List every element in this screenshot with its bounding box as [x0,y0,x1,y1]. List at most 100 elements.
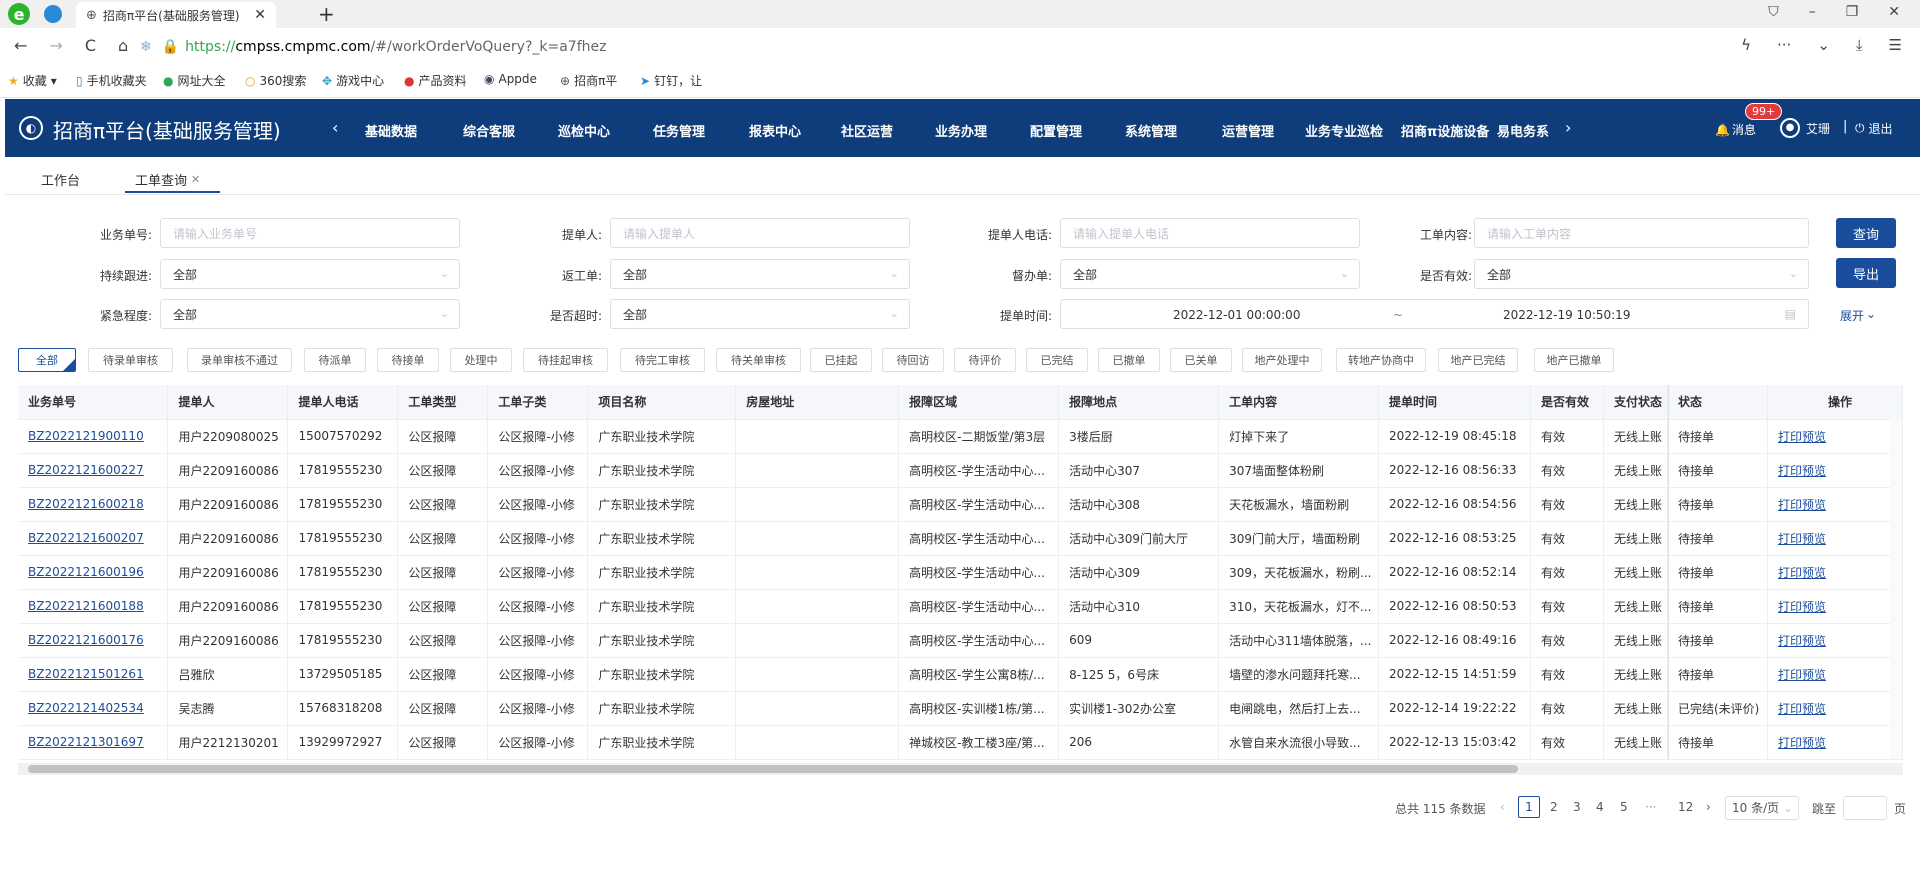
print-preview-link[interactable]: 打印预览 [1778,464,1826,478]
nav-prev-icon[interactable]: ‹ [332,118,338,137]
print-preview-link[interactable]: 打印预览 [1778,600,1826,614]
page-ellipsis[interactable]: ··· [1645,800,1656,814]
url-field[interactable]: ❄ 🔒 https://cmpss.cmpmc.com/#/workOrderV… [140,34,1640,60]
content-input[interactable]: 请输入工单内容 [1474,218,1809,248]
chip-withdrawn[interactable]: 已撤单 [1098,348,1160,372]
nav-item-inspection[interactable]: 巡检中心 [558,121,610,140]
order-number-link[interactable]: BZ2022121402534 [28,701,144,715]
page-next-icon[interactable]: › [1706,800,1711,814]
chip-suspended[interactable]: 已挂起 [810,348,872,372]
nav-item-tasks[interactable]: 任务管理 [653,121,705,140]
valid-select[interactable]: 全部 ⌄ [1474,259,1809,289]
site-info-icon[interactable]: ❄ [140,39,152,55]
chip-pending-rating[interactable]: 待评价 [954,348,1016,372]
chip-pending-revisit[interactable]: 待回访 [882,348,944,372]
chip-pending-dispatch[interactable]: 待派单 [304,348,366,372]
nav-item-reports[interactable]: 报表中心 [749,121,801,140]
biz-no-input[interactable]: 请输入业务单号 [160,218,460,248]
nav-next-icon[interactable]: › [1565,118,1571,137]
order-number-link[interactable]: BZ2022121900110 [28,429,144,443]
bookmark-products[interactable]: ● 产品资料 [404,72,467,89]
page-2[interactable]: 2 [1550,800,1558,814]
print-preview-link[interactable]: 打印预览 [1778,532,1826,546]
bookmark-sites[interactable]: ● 网址大全 [163,72,226,89]
nav-item-business[interactable]: 业务办理 [935,121,987,140]
page-5[interactable]: 5 [1620,800,1628,814]
goto-input[interactable] [1843,796,1887,820]
print-preview-link[interactable]: 打印预览 [1778,702,1826,716]
query-button[interactable]: 查询 [1836,218,1896,248]
bookmark-mobile[interactable]: ▯ 手机收藏夹 [76,72,147,89]
nav-item-professional-inspection[interactable]: 业务专业巡检 [1305,121,1383,140]
print-preview-link[interactable]: 打印预览 [1778,566,1826,580]
bookmark-games[interactable]: ✥ 游戏中心 [322,72,384,89]
logout-button[interactable]: ⏻ 退出 [1855,120,1893,137]
supervise-select[interactable]: 全部 ⌄ [1060,259,1360,289]
message-button[interactable]: 🔔 消息 [1715,121,1756,138]
scrollbar-thumb[interactable] [28,765,1518,773]
horizontal-scrollbar[interactable] [18,763,1903,775]
vertical-scrollbar[interactable] [1890,419,1902,759]
menu-icon[interactable]: ☰ [1889,36,1902,54]
print-preview-link[interactable]: 打印预览 [1778,736,1826,750]
table-row[interactable]: BZ2022121600227 用户2209160086 17819555230 公区… [18,453,1903,488]
return-select[interactable]: 全部 ⌄ [610,259,910,289]
nav-item-facilities[interactable]: 招商π设施设备 [1401,121,1489,140]
page-4[interactable]: 4 [1596,800,1604,814]
chip-pending-close-review[interactable]: 待关单审核 [716,348,801,372]
nav-item-config[interactable]: 配置管理 [1030,121,1082,140]
print-preview-link[interactable]: 打印预览 [1778,498,1826,512]
chip-estate-completed[interactable]: 地产已完结 [1438,348,1518,372]
shield-icon[interactable]: ⛉ [1768,4,1779,20]
page-size-select[interactable]: 10 条/页 ⌄ [1725,796,1799,820]
order-number-link[interactable]: BZ2022121600218 [28,497,144,511]
time-end[interactable]: 2022-12-19 10:50:19 [1503,308,1630,322]
tab-order-query[interactable]: 工单查询 ✕ [135,170,200,189]
chip-entry-rejected[interactable]: 录单审核不通过 [187,348,292,372]
nav-item-operations[interactable]: 运营管理 [1222,121,1274,140]
submitter-input[interactable]: 请输入提单人 [610,218,910,248]
home-icon[interactable]: ⌂ [118,36,128,55]
reload-icon[interactable]: C [85,36,96,55]
bookmark-zhaoshang[interactable]: ⊕ 招商π平 [560,72,617,89]
lightning-icon[interactable]: ϟ [1741,36,1751,54]
table-row[interactable]: BZ2022121600196 用户2209160086 17819555230 公区… [18,555,1903,590]
order-number-link[interactable]: BZ2022121301697 [28,735,144,749]
page-12[interactable]: 12 [1678,800,1693,814]
restore-icon[interactable]: ❐ [1846,4,1859,20]
expand-toggle[interactable]: 展开 ⌄ [1840,307,1876,324]
bookmark-appde[interactable]: ◉ Appde [484,72,537,86]
close-icon[interactable]: ✕ [191,173,200,186]
chip-closed[interactable]: 已关单 [1170,348,1232,372]
table-row[interactable]: BZ2022121600207 用户2209160086 17819555230 公区… [18,521,1903,556]
order-number-link[interactable]: BZ2022121600196 [28,565,144,579]
print-preview-link[interactable]: 打印预览 [1778,634,1826,648]
chip-pending-accept[interactable]: 待接单 [377,348,439,372]
bookmark-360[interactable]: ○ 360搜索 [245,72,306,89]
browser-tab-active[interactable]: ⊕ 招商π平台(基础服务管理) ✕ [76,2,276,28]
chevron-down-icon[interactable]: ⌄ [1817,36,1830,54]
tab-workbench[interactable]: 工作台 [41,170,80,189]
chip-pending-complete-review[interactable]: 待完工审核 [620,348,705,372]
nav-item-system[interactable]: 系统管理 [1125,121,1177,140]
nav-item-electric[interactable]: 易电务系 [1497,121,1549,140]
forward-icon[interactable]: → [49,36,62,55]
nav-item-community[interactable]: 社区运营 [841,121,893,140]
back-icon[interactable]: ← [14,36,27,55]
timeout-select[interactable]: 全部 ⌄ [610,299,910,329]
order-number-link[interactable]: BZ2022121600176 [28,633,144,647]
bookmark-favorites[interactable]: ★ 收藏 ▾ [8,72,57,89]
chip-pending-suspend-review[interactable]: 待挂起审核 [523,348,608,372]
new-tab-button[interactable]: + [318,2,335,26]
close-window-icon[interactable]: ✕ [1888,4,1900,20]
order-number-link[interactable]: BZ2022121501261 [28,667,144,681]
urgency-select[interactable]: 全部 ⌄ [160,299,460,329]
chip-all[interactable]: 全部 [18,348,76,372]
nav-item-basic-data[interactable]: 基础数据 [365,121,417,140]
table-row[interactable]: BZ2022121402534 吴志腾 15768318208 公区报障 公区报障-小修… [18,691,1903,726]
export-button[interactable]: 导出 [1836,258,1896,288]
table-row[interactable]: BZ2022121301697 用户2212130201 13929972927 公区… [18,725,1903,760]
chip-estate-negotiating[interactable]: 转地产协商中 [1336,348,1426,372]
order-number-link[interactable]: BZ2022121600207 [28,531,144,545]
chip-pending-entry-review[interactable]: 待录单审核 [88,348,173,372]
